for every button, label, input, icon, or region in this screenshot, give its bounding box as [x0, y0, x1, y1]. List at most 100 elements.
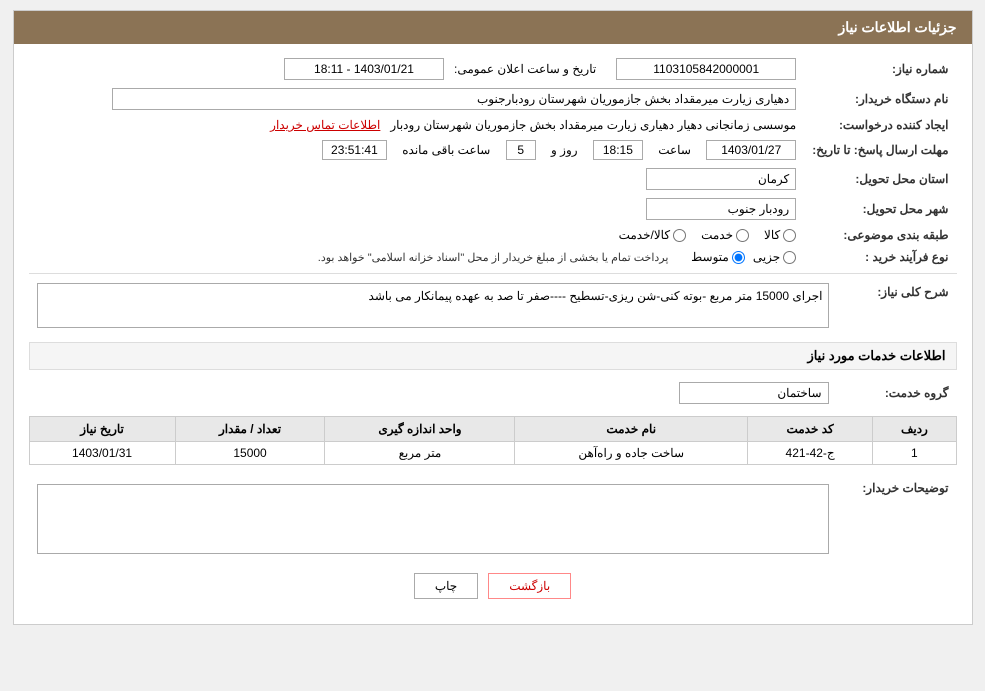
description-label: شرح کلی نیاز: — [837, 279, 957, 332]
buyer-notes-value — [29, 475, 837, 558]
buyer-name-value: دهیاری زیارت میرمقداد بخش جازموریان شهرس… — [29, 84, 805, 114]
col-need-date: تاریخ نیاز — [29, 417, 175, 442]
table-row: 1ج-42-421ساخت جاده و راه‌آهنمتر مربع1500… — [29, 442, 956, 465]
category-row: طبقه بندی موضوعی: کالا خدمت — [29, 224, 957, 246]
province-display: کرمان — [646, 168, 796, 190]
service-group-value: ساختمان — [29, 378, 837, 408]
countdown-label: ساعت باقی مانده — [402, 143, 490, 157]
service-group-label: گروه خدمت: — [837, 378, 957, 408]
services-header-row: ردیف کد خدمت نام خدمت واحد اندازه گیری ت… — [29, 417, 956, 442]
col-quantity: تعداد / مقدار — [175, 417, 325, 442]
purchase-type-row: نوع فرآیند خرید : جزیی متوسط پرداخت تمام… — [29, 246, 957, 268]
need-number-display: 1103105842000001 — [616, 58, 796, 80]
need-number-row: شماره نیاز: 1103105842000001 تاریخ و ساع… — [29, 54, 957, 84]
purchase-jozii-label: جزیی — [753, 250, 780, 264]
purchase-note: پرداخت تمام یا بخشی از مبلغ خریدار از مح… — [318, 251, 669, 264]
divider-1 — [29, 273, 957, 274]
service-group-display: ساختمان — [679, 382, 829, 404]
col-row-num: ردیف — [873, 417, 956, 442]
response-time-label: ساعت — [658, 143, 691, 157]
cell-quantity: 15000 — [175, 442, 325, 465]
category-label: طبقه بندی موضوعی: — [804, 224, 956, 246]
page-title: جزئیات اطلاعات نیاز — [838, 19, 956, 35]
countdown-row: 1403/01/27 ساعت 18:15 روز و 5 ساعت باقی … — [37, 140, 797, 160]
deadline-row: مهلت ارسال پاسخ: تا تاریخ: 1403/01/27 سا… — [29, 136, 957, 164]
purchase-motovaset-option: متوسط — [691, 250, 745, 264]
response-date-display: 1403/01/27 — [706, 140, 796, 160]
contact-info-link[interactable]: اطلاعات تماس خریدار — [270, 118, 380, 132]
content-area: شماره نیاز: 1103105842000001 تاریخ و ساع… — [14, 44, 972, 624]
description-display: اجرای 15000 متر مربع -بوته کنی-شن ریزی-ت… — [37, 283, 829, 328]
cell-service_code: ج-42-421 — [747, 442, 872, 465]
services-table-body: 1ج-42-421ساخت جاده و راه‌آهنمتر مربع1500… — [29, 442, 956, 465]
announcement-date-label: تاریخ و ساعت اعلان عمومی: — [454, 62, 596, 76]
category-value: کالا خدمت کالا/خدمت — [29, 224, 805, 246]
services-table: ردیف کد خدمت نام خدمت واحد اندازه گیری ت… — [29, 416, 957, 465]
creator-value: موسسی زمانجانی دهیار دهیاری زیارت میرمقد… — [29, 114, 805, 136]
col-service-name: نام خدمت — [515, 417, 747, 442]
purchase-type-value: جزیی متوسط پرداخت تمام یا بخشی از مبلغ خ… — [29, 246, 805, 268]
category-khedmat-radio[interactable] — [736, 229, 749, 242]
city-value: رودبار جنوب — [29, 194, 805, 224]
response-days-display: 5 — [506, 140, 536, 160]
city-row: شهر محل تحویل: رودبار جنوب — [29, 194, 957, 224]
response-days-label: روز و — [551, 143, 578, 157]
buyer-notes-label: توضیحات خریدار: — [837, 475, 957, 558]
page-header: جزئیات اطلاعات نیاز — [14, 11, 972, 44]
category-kala-khedmat-option: کالا/خدمت — [619, 228, 686, 242]
print-button[interactable]: چاپ — [414, 573, 478, 599]
category-kala-khedmat-radio[interactable] — [673, 229, 686, 242]
province-value: کرمان — [29, 164, 805, 194]
cell-need_date: 1403/01/31 — [29, 442, 175, 465]
col-unit: واحد اندازه گیری — [325, 417, 515, 442]
category-kala-khedmat-label: کالا/خدمت — [619, 228, 670, 242]
purchase-motovaset-radio[interactable] — [732, 251, 745, 264]
purchase-jozii-radio[interactable] — [783, 251, 796, 264]
buyer-notes-display — [37, 484, 829, 554]
need-number-value: 1103105842000001 تاریخ و ساعت اعلان عموم… — [29, 54, 805, 84]
announcement-date-display: 1403/01/21 - 18:11 — [284, 58, 444, 80]
purchase-type-group: جزیی متوسط پرداخت تمام یا بخشی از مبلغ خ… — [37, 250, 797, 264]
buyer-name-label: نام دستگاه خریدار: — [804, 84, 956, 114]
page-container: جزئیات اطلاعات نیاز شماره نیاز: 11031058… — [13, 10, 973, 625]
info-table: شماره نیاز: 1103105842000001 تاریخ و ساع… — [29, 54, 957, 268]
services-section-title: اطلاعات خدمات مورد نیاز — [29, 342, 957, 370]
category-kala-radio[interactable] — [783, 229, 796, 242]
buyer-name-display: دهیاری زیارت میرمقداد بخش جازموریان شهرس… — [112, 88, 796, 110]
buyer-notes-row: توضیحات خریدار: — [29, 475, 957, 558]
deadline-value: 1403/01/27 ساعت 18:15 روز و 5 ساعت باقی … — [29, 136, 805, 164]
category-kala-option: کالا — [764, 228, 796, 242]
creator-label: ایجاد کننده درخواست: — [804, 114, 956, 136]
buyer-notes-table: توضیحات خریدار: — [29, 475, 957, 558]
service-group-table: گروه خدمت: ساختمان — [29, 378, 957, 408]
countdown-display: 23:51:41 — [322, 140, 387, 160]
need-number-label: شماره نیاز: — [804, 54, 956, 84]
cell-service_name: ساخت جاده و راه‌آهن — [515, 442, 747, 465]
back-button[interactable]: بازگشت — [488, 573, 571, 599]
col-service-code: کد خدمت — [747, 417, 872, 442]
description-text: اجرای 15000 متر مربع -بوته کنی-شن ریزی-ت… — [369, 289, 823, 303]
description-table: شرح کلی نیاز: اجرای 15000 متر مربع -بوته… — [29, 279, 957, 332]
bottom-buttons: بازگشت چاپ — [29, 558, 957, 614]
description-value: اجرای 15000 متر مربع -بوته کنی-شن ریزی-ت… — [29, 279, 837, 332]
response-time-display: 18:15 — [593, 140, 643, 160]
purchase-jozii-option: جزیی — [753, 250, 796, 264]
service-group-row: گروه خدمت: ساختمان — [29, 378, 957, 408]
purchase-motovaset-label: متوسط — [691, 250, 729, 264]
province-label: استان محل تحویل: — [804, 164, 956, 194]
creator-row: ایجاد کننده درخواست: موسسی زمانجانی دهیا… — [29, 114, 957, 136]
cell-row_num: 1 — [873, 442, 956, 465]
purchase-type-label: نوع فرآیند خرید : — [804, 246, 956, 268]
cell-unit: متر مربع — [325, 442, 515, 465]
creator-text: موسسی زمانجانی دهیار دهیاری زیارت میرمقد… — [390, 118, 796, 132]
city-label: شهر محل تحویل: — [804, 194, 956, 224]
city-display: رودبار جنوب — [646, 198, 796, 220]
province-row: استان محل تحویل: کرمان — [29, 164, 957, 194]
services-table-header: ردیف کد خدمت نام خدمت واحد اندازه گیری ت… — [29, 417, 956, 442]
category-khedmat-option: خدمت — [701, 228, 749, 242]
buyer-name-row: نام دستگاه خریدار: دهیاری زیارت میرمقداد… — [29, 84, 957, 114]
category-radio-group: کالا خدمت کالا/خدمت — [37, 228, 797, 242]
deadline-label: مهلت ارسال پاسخ: تا تاریخ: — [804, 136, 956, 164]
category-khedmat-label: خدمت — [701, 228, 733, 242]
category-kala-label: کالا — [764, 228, 780, 242]
